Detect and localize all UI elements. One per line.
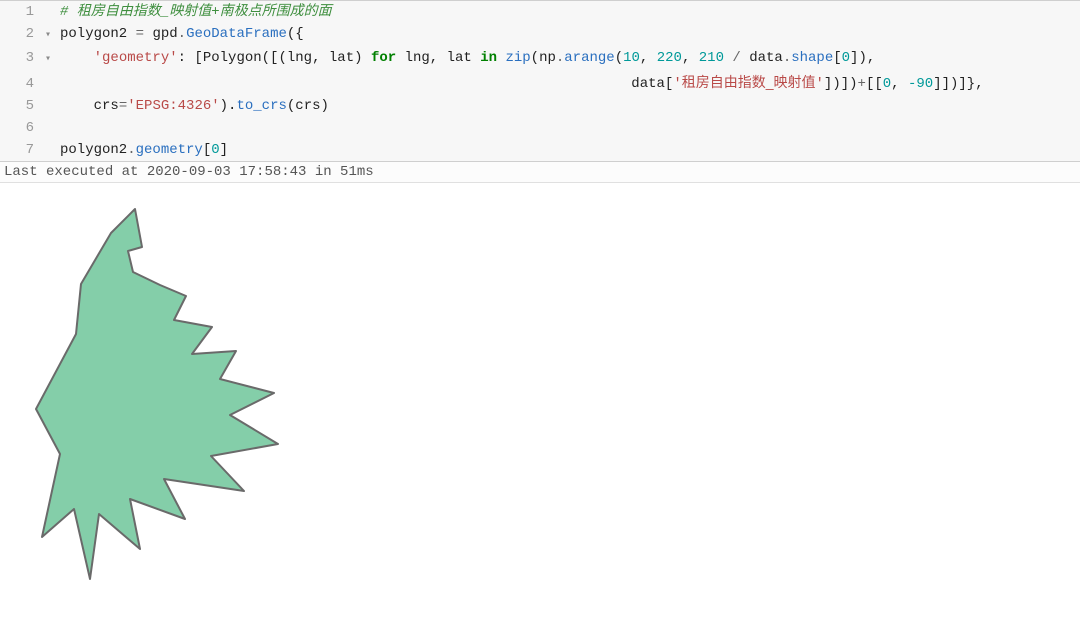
code-line[interactable]: 3 ▾ 'geometry': [Polygon([(lng, lat) for…: [0, 47, 1080, 71]
code-line[interactable]: 6: [0, 117, 1080, 139]
code-text[interactable]: data['租房自由指数_映射值'])])+[[0, -90]])]},: [56, 71, 1080, 95]
output-area: [0, 183, 1080, 619]
code-lines: 1 # 租房自由指数_映射值+南极点所围成的面 2 ▾ polygon2 = g…: [0, 1, 1080, 161]
code-text[interactable]: # 租房自由指数_映射值+南极点所围成的面: [56, 1, 1080, 23]
fold-toggle-icon[interactable]: ▾: [40, 25, 56, 47]
execution-info: Last executed at 2020-09-03 17:58:43 in …: [0, 162, 1080, 183]
polygon-output: [20, 199, 310, 599]
line-number: 4: [0, 73, 40, 95]
code-text[interactable]: polygon2 = gpd.GeoDataFrame({: [56, 23, 1080, 45]
code-line[interactable]: 7 polygon2.geometry[0]: [0, 139, 1080, 161]
line-number: 2: [0, 23, 40, 45]
line-number: 3: [0, 47, 40, 69]
code-text[interactable]: crs='EPSG:4326').to_crs(crs): [56, 95, 1080, 117]
code-line[interactable]: 5 crs='EPSG:4326').to_crs(crs): [0, 95, 1080, 117]
code-line[interactable]: 2 ▾ polygon2 = gpd.GeoDataFrame({: [0, 23, 1080, 47]
line-number: 1: [0, 1, 40, 23]
fold-toggle-icon[interactable]: ▾: [40, 49, 56, 71]
comment-token: # 租房自由指数_映射值+南极点所围成的面: [60, 4, 332, 20]
line-number: 7: [0, 139, 40, 161]
line-number: 5: [0, 95, 40, 117]
code-text[interactable]: 'geometry': [Polygon([(lng, lat) for lng…: [56, 47, 1080, 69]
code-cell[interactable]: 1 # 租房自由指数_映射值+南极点所围成的面 2 ▾ polygon2 = g…: [0, 0, 1080, 162]
code-line[interactable]: 4 data['租房自由指数_映射值'])])+[[0, -90]])]},: [0, 71, 1080, 95]
code-text[interactable]: polygon2.geometry[0]: [56, 139, 1080, 161]
code-line[interactable]: 1 # 租房自由指数_映射值+南极点所围成的面: [0, 1, 1080, 23]
line-number: 6: [0, 117, 40, 139]
polygon-shape: [36, 209, 278, 579]
